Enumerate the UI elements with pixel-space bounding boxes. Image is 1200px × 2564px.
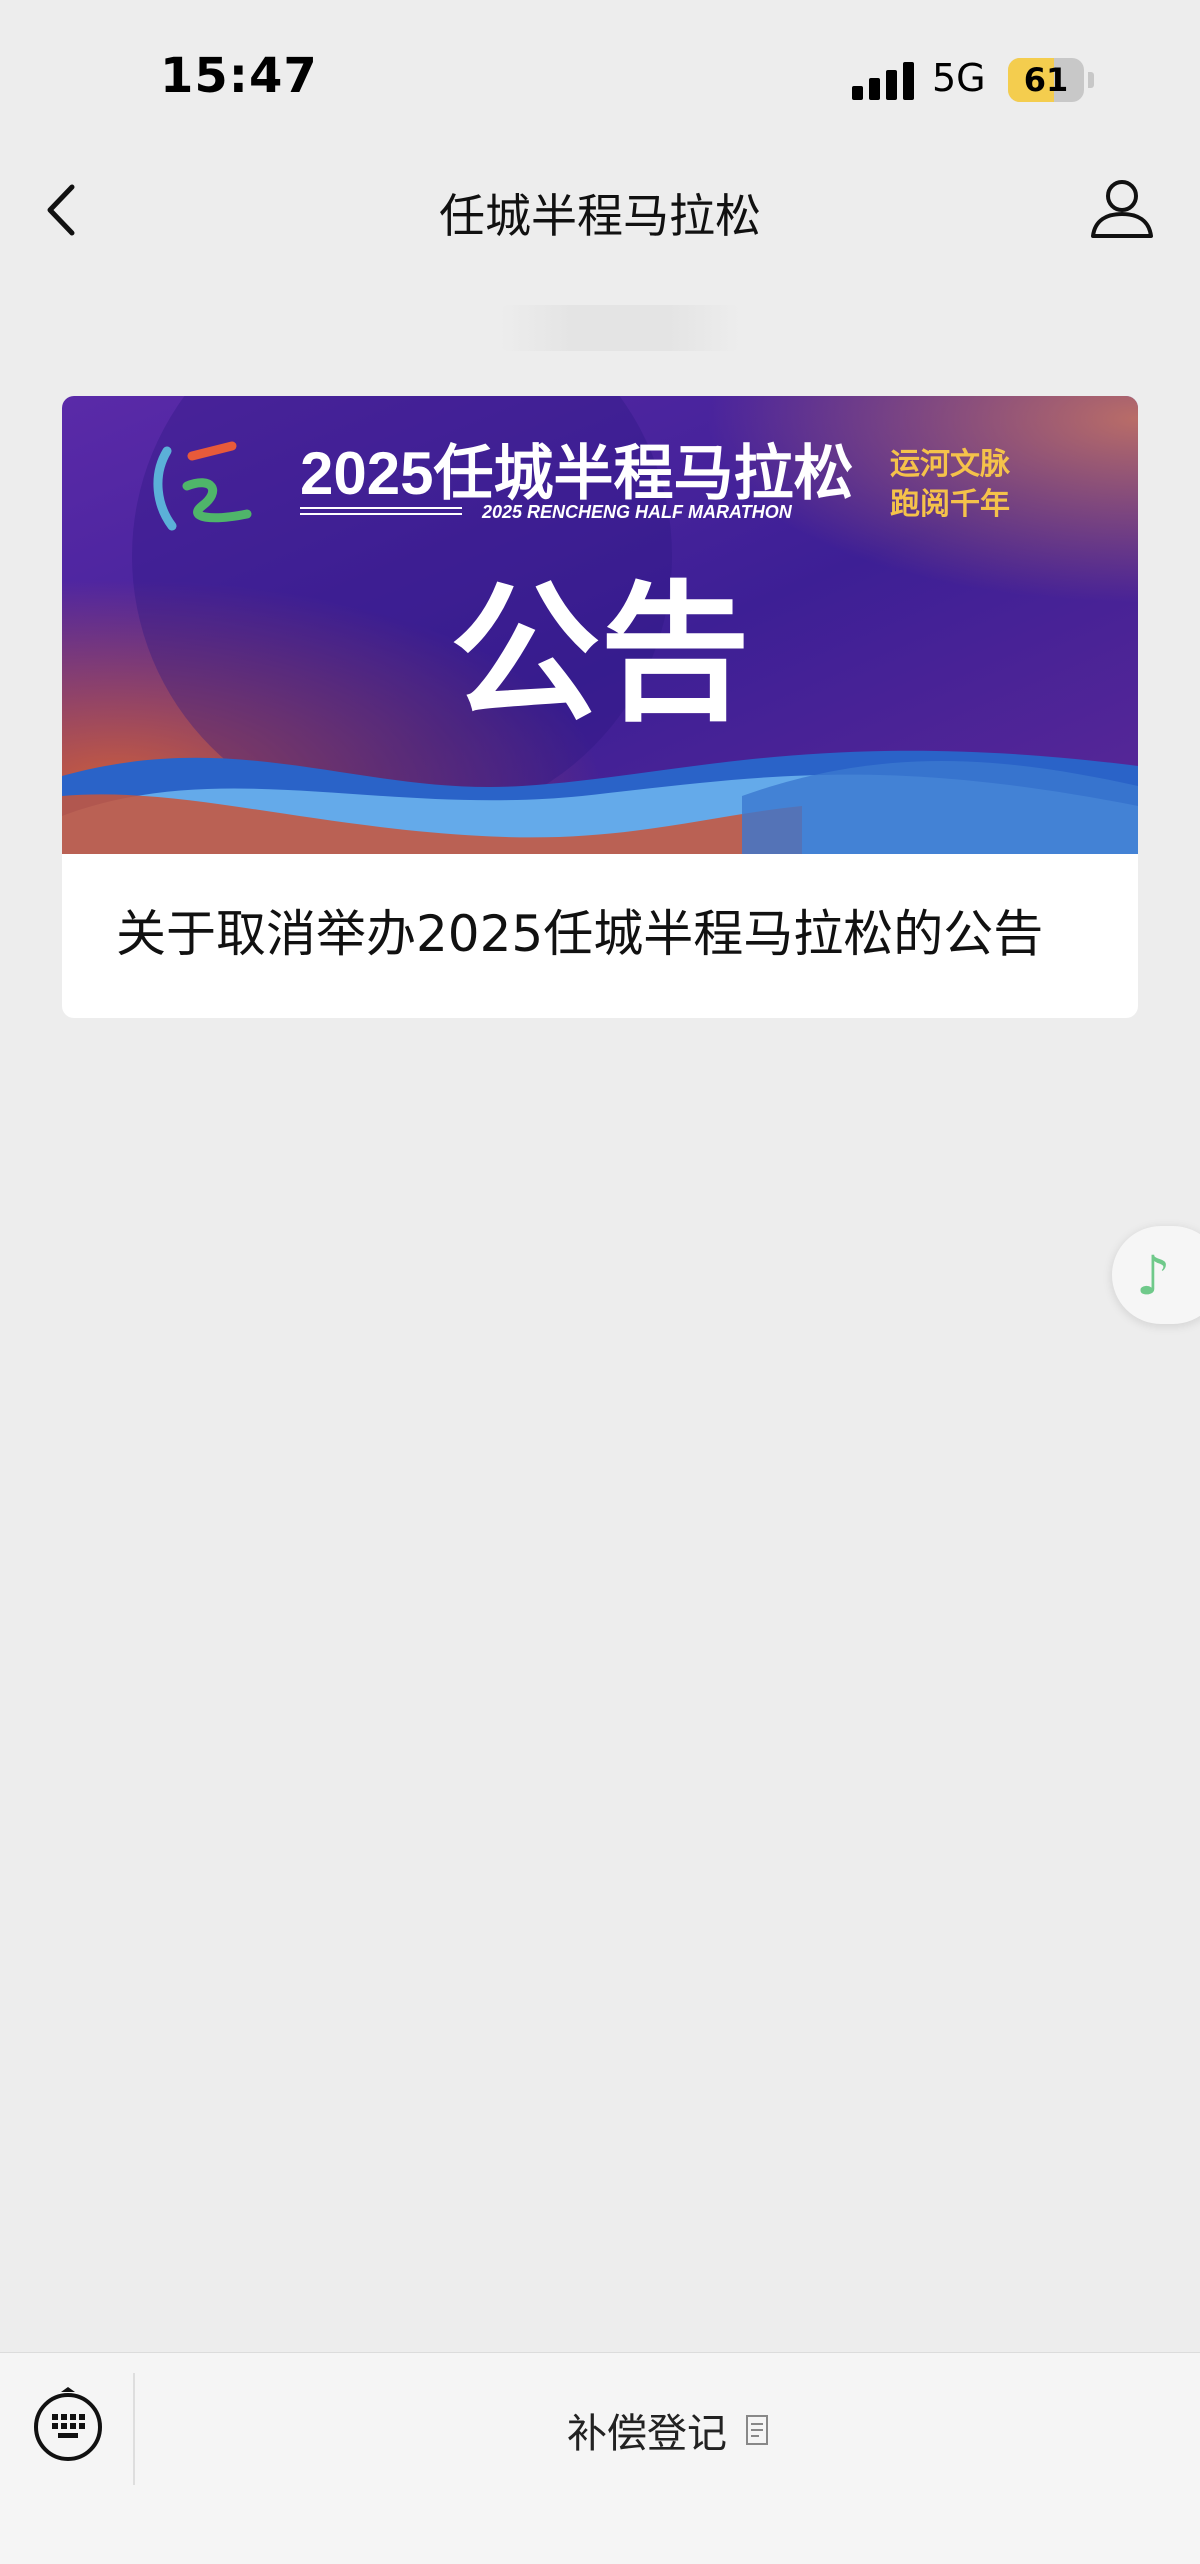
back-button[interactable] bbox=[28, 175, 98, 245]
menu-item-label: 补偿登记 bbox=[566, 2411, 727, 2457]
network-type: 5G bbox=[932, 56, 986, 100]
page-title: 任城半程马拉松 bbox=[439, 189, 761, 243]
music-button[interactable]: ♪ bbox=[1112, 1226, 1200, 1324]
keyboard-icon bbox=[34, 2387, 102, 2461]
announcement-card[interactable]: 2025任城半程马拉松 2025 RENCHENG HALF MARATHON … bbox=[62, 396, 1138, 1018]
banner-heading: 公告 bbox=[450, 570, 750, 738]
banner-slogan-line2: 跑阅千年 bbox=[890, 488, 1010, 521]
announcement-title: 关于取消举办2025任城半程马拉松的公告 bbox=[116, 905, 1044, 963]
battery-icon: 61 bbox=[1008, 58, 1094, 102]
faded-subtitle bbox=[500, 305, 740, 351]
nav-bar: 任城半程马拉松 bbox=[0, 150, 1200, 270]
person-icon bbox=[1091, 180, 1153, 238]
banner-year-title: 2025任城半程马拉松 bbox=[300, 440, 853, 507]
status-bar: 15:47 5G 61 bbox=[0, 0, 1200, 150]
banner-subtitle-en: 2025 RENCHENG HALF MARATHON bbox=[481, 502, 793, 522]
keyboard-toggle-button[interactable] bbox=[30, 2387, 106, 2463]
music-note-icon: ♪ bbox=[1136, 1244, 1171, 1307]
profile-button[interactable] bbox=[1085, 172, 1159, 246]
bottom-menu-bar: 补偿登记 bbox=[0, 2352, 1200, 2564]
status-time: 15:47 bbox=[160, 48, 318, 104]
battery-percent: 61 bbox=[1023, 61, 1069, 99]
chevron-left-icon bbox=[47, 184, 75, 236]
compensation-registration-menu-item[interactable]: 补偿登记 bbox=[135, 2401, 1200, 2459]
signal-icon bbox=[852, 62, 914, 100]
page-icon bbox=[746, 2415, 769, 2445]
announcement-banner: 2025任城半程马拉松 2025 RENCHENG HALF MARATHON … bbox=[62, 396, 1138, 854]
banner-slogan-line1: 运河文脉 bbox=[890, 447, 1011, 481]
